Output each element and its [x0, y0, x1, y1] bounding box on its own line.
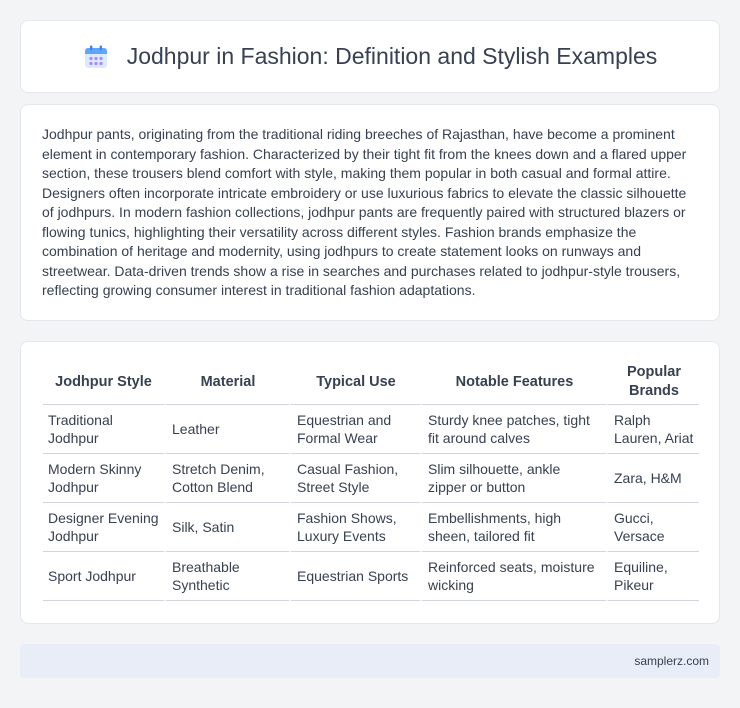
cell-brands: Zara, H&M: [606, 454, 699, 503]
calendar-icon: [83, 44, 109, 70]
header: Jodhpur in Fashion: Definition and Styli…: [83, 43, 658, 70]
table-header-row: Jodhpur Style Material Typical Use Notab…: [43, 360, 699, 405]
table-row: Designer Evening Jodhpur Silk, Satin Fas…: [43, 503, 699, 552]
intro-paragraph: Jodhpur pants, originating from the trad…: [42, 126, 687, 298]
cell-use: Casual Fashion, Street Style: [289, 454, 420, 503]
table-card: Jodhpur Style Material Typical Use Notab…: [20, 341, 720, 624]
cell-features: Embellishments, high sheen, tailored fit: [420, 503, 606, 552]
cell-material: Breathable Synthetic: [164, 552, 289, 601]
table-row: Sport Jodhpur Breathable Synthetic Eques…: [43, 552, 699, 601]
page-title: Jodhpur in Fashion: Definition and Styli…: [126, 43, 658, 69]
column-header-use: Typical Use: [289, 360, 420, 405]
cell-use: Equestrian and Formal Wear: [289, 405, 420, 454]
table-row: Modern Skinny Jodhpur Stretch Denim, Cot…: [43, 454, 699, 503]
cell-style: Sport Jodhpur: [43, 552, 164, 601]
footer-site-link[interactable]: samplerz.com: [634, 654, 709, 668]
column-header-features: Notable Features: [420, 360, 606, 405]
cell-use: Equestrian Sports: [289, 552, 420, 601]
header-card: Jodhpur in Fashion: Definition and Styli…: [20, 20, 720, 93]
cell-use: Fashion Shows, Luxury Events: [289, 503, 420, 552]
cell-style: Designer Evening Jodhpur: [43, 503, 164, 552]
table-row: Traditional Jodhpur Leather Equestrian a…: [43, 405, 699, 454]
cell-features: Sturdy knee patches, tight fit around ca…: [420, 405, 606, 454]
column-header-brands: Popular Brands: [606, 360, 699, 405]
cell-material: Leather: [164, 405, 289, 454]
column-header-style: Jodhpur Style: [43, 360, 164, 405]
cell-brands: Equiline, Pikeur: [606, 552, 699, 601]
cell-material: Silk, Satin: [164, 503, 289, 552]
cell-style: Traditional Jodhpur: [43, 405, 164, 454]
cell-style: Modern Skinny Jodhpur: [43, 454, 164, 503]
footer: samplerz.com: [20, 644, 720, 678]
cell-features: Slim silhouette, ankle zipper or button: [420, 454, 606, 503]
cell-brands: Ralph Lauren, Ariat: [606, 405, 699, 454]
column-header-material: Material: [164, 360, 289, 405]
cell-brands: Gucci, Versace: [606, 503, 699, 552]
intro-card: Jodhpur pants, originating from the trad…: [20, 104, 720, 321]
cell-features: Reinforced seats, moisture wicking: [420, 552, 606, 601]
jodhpur-styles-table: Jodhpur Style Material Typical Use Notab…: [43, 360, 699, 601]
cell-material: Stretch Denim, Cotton Blend: [164, 454, 289, 503]
